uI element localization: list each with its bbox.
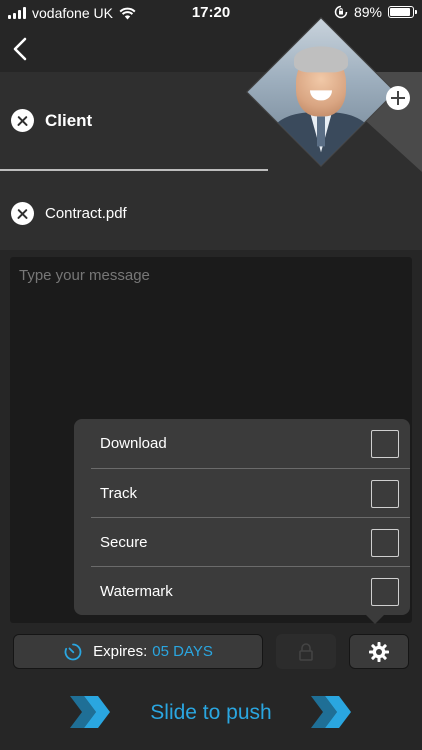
option-watermark[interactable]: Watermark bbox=[91, 567, 410, 616]
expires-button[interactable]: Expires: 05 DAYS bbox=[13, 634, 263, 669]
remove-client-icon[interactable] bbox=[11, 109, 34, 132]
option-label: Download bbox=[100, 435, 167, 452]
option-track[interactable]: Track bbox=[91, 469, 410, 518]
option-label: Track bbox=[100, 485, 137, 502]
expires-value: 05 DAYS bbox=[152, 643, 213, 660]
battery-percent: 89% bbox=[353, 4, 382, 20]
option-download[interactable]: Download bbox=[91, 419, 410, 468]
back-chevron-icon[interactable] bbox=[6, 32, 40, 66]
options-popup: Download Track Secure Watermark bbox=[74, 419, 410, 615]
gear-icon bbox=[369, 641, 389, 662]
double-arrow-right-icon bbox=[311, 696, 351, 728]
lock-icon bbox=[299, 642, 313, 661]
secure-checkbox[interactable] bbox=[371, 528, 399, 557]
orientation-lock-icon bbox=[334, 5, 348, 19]
battery-icon bbox=[388, 6, 417, 18]
expires-label: Expires: bbox=[93, 643, 148, 660]
popup-caret bbox=[365, 614, 385, 624]
track-checkbox[interactable] bbox=[371, 479, 399, 508]
client-label: Client bbox=[45, 110, 93, 130]
avatar-tie bbox=[317, 116, 325, 147]
download-checkbox[interactable] bbox=[371, 429, 399, 458]
lock-button[interactable] bbox=[276, 634, 336, 669]
option-secure[interactable]: Secure bbox=[91, 518, 410, 567]
slide-label: Slide to push bbox=[150, 701, 272, 724]
option-label: Secure bbox=[100, 534, 148, 551]
remove-attachment-icon[interactable] bbox=[11, 202, 34, 225]
attachment-label: Contract.pdf bbox=[45, 205, 127, 222]
status-right: 89% bbox=[334, 4, 417, 20]
header-divider bbox=[0, 169, 268, 171]
client-row: Client bbox=[11, 109, 92, 132]
timer-icon bbox=[64, 643, 82, 660]
option-label: Watermark bbox=[100, 583, 173, 600]
settings-button[interactable] bbox=[349, 634, 409, 669]
status-bar: vodafone UK 17:20 89% bbox=[0, 0, 422, 26]
watermark-checkbox[interactable] bbox=[371, 577, 399, 606]
add-recipient-icon[interactable] bbox=[386, 86, 410, 110]
slide-to-push[interactable]: Slide to push bbox=[0, 690, 422, 736]
attachment-row: Contract.pdf bbox=[11, 202, 127, 225]
avatar-hair bbox=[294, 46, 348, 73]
